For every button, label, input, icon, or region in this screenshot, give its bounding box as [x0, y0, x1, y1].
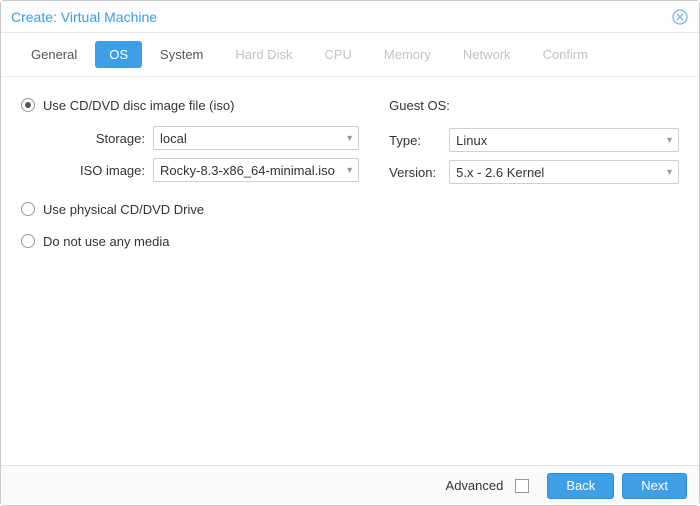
dialog-create-vm: Create: Virtual Machine General OS Syste… — [0, 0, 700, 506]
radio-option-iso[interactable]: Use CD/DVD disc image file (iso) — [21, 93, 359, 117]
iso-row: ISO image: Rocky-8.3-x86_64-minimal.iso … — [43, 157, 359, 183]
guest-os-column: Guest OS: Type: Linux ▾ Version: 5.x - 2… — [389, 93, 679, 449]
media-column: Use CD/DVD disc image file (iso) Storage… — [21, 93, 359, 449]
tab-network: Network — [449, 41, 525, 68]
chevron-down-icon: ▾ — [667, 135, 672, 146]
chevron-down-icon: ▾ — [347, 133, 352, 144]
chevron-down-icon: ▾ — [667, 167, 672, 178]
back-button[interactable]: Back — [547, 473, 614, 499]
storage-select[interactable]: local ▾ — [153, 126, 359, 150]
close-button[interactable] — [671, 8, 689, 26]
tab-general[interactable]: General — [17, 41, 91, 68]
storage-value: local — [160, 131, 187, 146]
next-button[interactable]: Next — [622, 473, 687, 499]
advanced-checkbox[interactable] — [515, 479, 529, 493]
os-type-value: Linux — [456, 133, 487, 148]
os-version-label: Version: — [389, 165, 449, 180]
tab-memory: Memory — [370, 41, 445, 68]
radio-option-none[interactable]: Do not use any media — [21, 229, 359, 253]
iso-select[interactable]: Rocky-8.3-x86_64-minimal.iso ▾ — [153, 158, 359, 182]
radio-label-physical: Use physical CD/DVD Drive — [43, 202, 204, 217]
tab-system[interactable]: System — [146, 41, 217, 68]
storage-label: Storage: — [43, 131, 153, 146]
tab-os[interactable]: OS — [95, 41, 142, 68]
os-type-row: Type: Linux ▾ — [389, 127, 679, 153]
radio-label-none: Do not use any media — [43, 234, 169, 249]
radio-label-iso: Use CD/DVD disc image file (iso) — [43, 98, 234, 113]
os-type-select[interactable]: Linux ▾ — [449, 128, 679, 152]
chevron-down-icon: ▾ — [347, 165, 352, 176]
guest-os-title: Guest OS: — [389, 93, 679, 117]
content-area: Use CD/DVD disc image file (iso) Storage… — [1, 77, 699, 465]
footer: Advanced Back Next — [1, 465, 699, 505]
iso-fields: Storage: local ▾ ISO image: Rocky-8.3-x8… — [21, 125, 359, 183]
radio-icon — [21, 98, 35, 112]
radio-icon — [21, 202, 35, 216]
radio-icon — [21, 234, 35, 248]
titlebar: Create: Virtual Machine — [1, 1, 699, 33]
os-version-row: Version: 5.x - 2.6 Kernel ▾ — [389, 159, 679, 185]
os-version-select[interactable]: 5.x - 2.6 Kernel ▾ — [449, 160, 679, 184]
radio-option-physical[interactable]: Use physical CD/DVD Drive — [21, 197, 359, 221]
tab-cpu: CPU — [310, 41, 365, 68]
tab-confirm: Confirm — [529, 41, 603, 68]
iso-label: ISO image: — [43, 163, 153, 178]
iso-value: Rocky-8.3-x86_64-minimal.iso — [160, 163, 335, 178]
close-icon — [672, 9, 688, 25]
advanced-label: Advanced — [446, 478, 504, 493]
window-title: Create: Virtual Machine — [11, 9, 671, 25]
os-type-label: Type: — [389, 133, 449, 148]
os-version-value: 5.x - 2.6 Kernel — [456, 165, 544, 180]
storage-row: Storage: local ▾ — [43, 125, 359, 151]
tab-hard-disk: Hard Disk — [221, 41, 306, 68]
wizard-tabs: General OS System Hard Disk CPU Memory N… — [1, 33, 699, 77]
